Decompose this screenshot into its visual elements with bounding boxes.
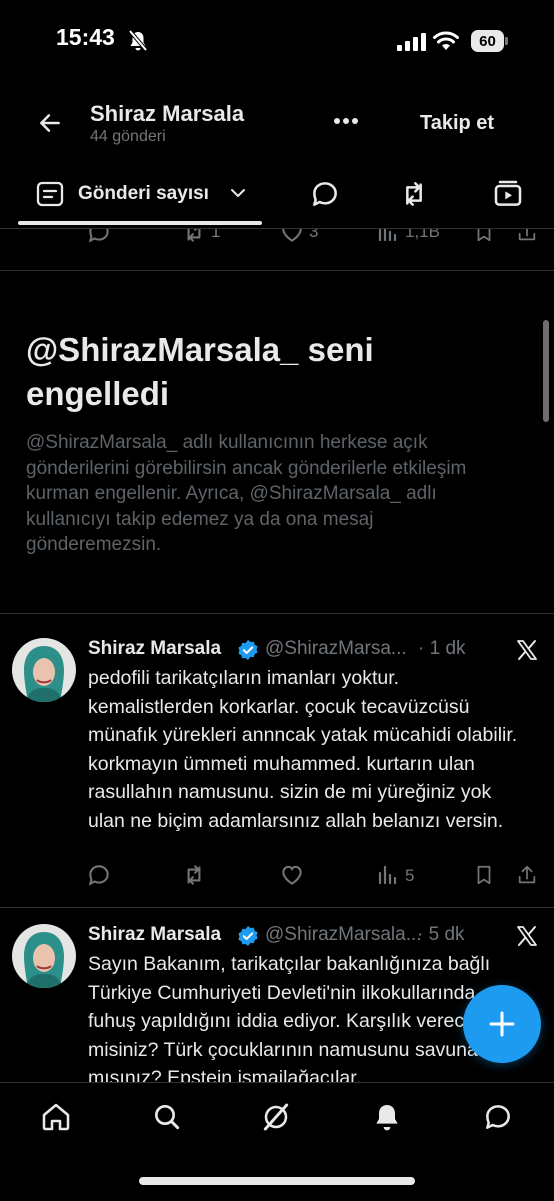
- feed-divider: [0, 613, 554, 614]
- verified-badge-icon: [238, 640, 258, 660]
- more-options-icon[interactable]: [333, 117, 359, 125]
- chevron-down-icon[interactable]: [230, 186, 246, 200]
- blocked-title: @ShirazMarsala_ seni engelledi: [26, 331, 374, 412]
- plus-icon: [489, 1011, 515, 1037]
- tweet-author-name[interactable]: Shiraz Marsala: [88, 924, 221, 946]
- wifi-icon: [433, 31, 459, 50]
- view-count: 5: [405, 866, 415, 885]
- post-count: 44 gönderi: [90, 128, 166, 145]
- reposts-tab-icon[interactable]: [398, 178, 430, 210]
- home-indicator[interactable]: [139, 1177, 415, 1185]
- share-icon[interactable]: [516, 862, 538, 888]
- share-icon[interactable]: [516, 229, 538, 245]
- reply-icon[interactable]: [86, 862, 112, 888]
- grok-icon[interactable]: [260, 1101, 292, 1133]
- battery-indicator: 60: [471, 30, 504, 52]
- reply-icon[interactable]: [86, 229, 112, 245]
- like-icon[interactable]: [279, 229, 305, 245]
- tweet-handle[interactable]: @ShirazMarsala...: [265, 924, 422, 946]
- like-icon[interactable]: [279, 862, 305, 888]
- x-logo-icon: [517, 926, 537, 946]
- replies-tab-icon[interactable]: [309, 178, 341, 210]
- feed-divider: [0, 907, 554, 908]
- cellular-signal-icon: [397, 33, 426, 51]
- tab-posts-count[interactable]: Gönderi sayısı: [78, 183, 209, 205]
- previous-tweet-actions: 1 3 1,1B: [0, 229, 554, 251]
- profile-name: Shiraz Marsala: [90, 101, 245, 126]
- feed-divider: [0, 270, 554, 271]
- search-icon[interactable]: [151, 1101, 183, 1133]
- compose-button[interactable]: [463, 985, 541, 1063]
- media-tab-icon[interactable]: [492, 178, 524, 210]
- bookmark-icon[interactable]: [473, 229, 495, 245]
- tweet-timestamp[interactable]: · 5 dk: [417, 924, 465, 946]
- tweet-text: pedofili tarikatçıların imanları yoktur.…: [88, 667, 518, 832]
- blocked-description: @ShirazMarsala_ adlı kullanıcının herkes…: [26, 432, 467, 555]
- tweet-timestamp[interactable]: · 1 dk: [418, 638, 466, 660]
- repost-icon[interactable]: [181, 862, 207, 888]
- bell-icon[interactable]: [371, 1101, 403, 1133]
- scrollbar[interactable]: [543, 320, 549, 422]
- verified-badge-icon: [238, 926, 258, 946]
- tweet-handle[interactable]: @ShirazMarsa...: [265, 638, 407, 660]
- battery-tip: [505, 37, 508, 45]
- tweet-author-name[interactable]: Shiraz Marsala: [88, 638, 221, 660]
- follow-button[interactable]: Takip et: [420, 112, 494, 135]
- tweet-actions: 5: [0, 862, 554, 892]
- bookmark-icon[interactable]: [473, 862, 495, 888]
- tweet-text: Sayın Bakanım, tarikatçılar bakanlığınız…: [88, 953, 509, 1082]
- view-count: 1,1B: [405, 229, 440, 241]
- bell-slash-icon: [128, 30, 148, 52]
- active-tab-indicator: [18, 221, 262, 225]
- home-icon[interactable]: [40, 1101, 72, 1133]
- avatar[interactable]: [12, 924, 76, 988]
- posts-tab-icon: [36, 181, 64, 207]
- avatar[interactable]: [12, 638, 76, 702]
- repost-count: 1: [211, 229, 221, 241]
- status-time: 15:43: [56, 24, 115, 50]
- views-icon[interactable]: [376, 862, 400, 888]
- like-count: 3: [309, 229, 319, 241]
- repost-icon[interactable]: [181, 229, 207, 245]
- messages-icon[interactable]: [481, 1101, 515, 1133]
- back-arrow-icon[interactable]: [37, 110, 63, 136]
- x-logo-icon: [517, 640, 537, 660]
- views-icon[interactable]: [376, 229, 400, 245]
